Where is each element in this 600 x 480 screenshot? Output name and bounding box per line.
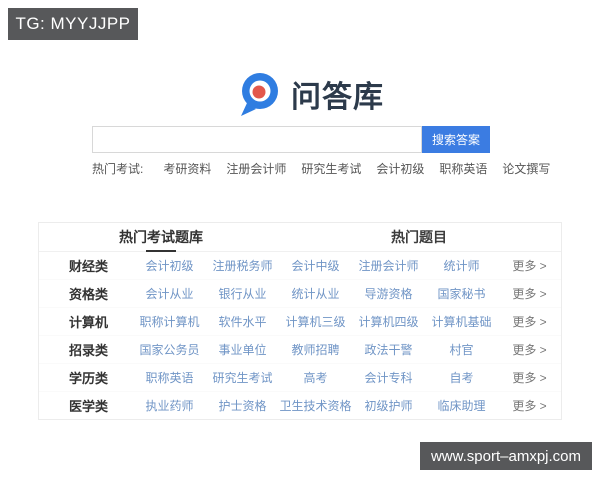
- exam-link[interactable]: 会计初级: [133, 257, 206, 274]
- exam-link[interactable]: 职称英语: [133, 369, 206, 386]
- telegram-watermark-badge: TG: MYYJJPP: [8, 8, 138, 40]
- category-label: 计算机: [69, 315, 109, 330]
- exam-link[interactable]: 教师招聘: [279, 341, 352, 358]
- tab-hot-questions[interactable]: 热门题目: [391, 223, 447, 251]
- category-label: 财经类: [69, 259, 109, 274]
- exam-link[interactable]: 会计专科: [352, 369, 425, 386]
- hot-exam-link[interactable]: 论文撰写: [502, 160, 550, 177]
- exam-link[interactable]: 执业药师: [133, 397, 206, 414]
- exam-link[interactable]: 事业单位: [206, 341, 279, 358]
- hot-exams-bar: 热门考试: 考研资料 注册会计师 研究生考试 会计初级 职称英语 论文撰写: [92, 160, 565, 176]
- more-link[interactable]: 更多 >: [498, 313, 561, 330]
- exam-link[interactable]: 计算机基础: [425, 313, 498, 330]
- category-label: 学历类: [69, 371, 109, 386]
- more-link[interactable]: 更多 >: [498, 341, 561, 358]
- exam-link[interactable]: 村官: [425, 341, 498, 358]
- hot-exams-label: 热门考试:: [92, 161, 144, 176]
- exam-link[interactable]: 导游资格: [352, 285, 425, 302]
- exam-board-header: 热门考试题库 热门题目: [39, 223, 561, 252]
- exam-table-row: 计算机 职称计算机 软件水平 计算机三级 计算机四级 计算机基础 更多 >: [39, 307, 561, 335]
- exam-link[interactable]: 计算机四级: [352, 313, 425, 330]
- more-link[interactable]: 更多 >: [498, 397, 561, 414]
- exam-link[interactable]: 职称计算机: [133, 313, 206, 330]
- exam-link[interactable]: 统计从业: [279, 285, 352, 302]
- hot-exam-link[interactable]: 注册会计师: [226, 160, 286, 177]
- logo-text: 问答库: [291, 81, 384, 114]
- exam-board: 热门考试题库 热门题目 财经类 会计初级 注册税务师 会计中级 注册会计师 统计…: [38, 222, 562, 420]
- logo-speech-bubble-icon: [241, 73, 278, 116]
- exam-link[interactable]: 计算机三级: [279, 313, 352, 330]
- hot-exam-link[interactable]: 职称英语: [439, 160, 487, 177]
- exam-link[interactable]: 国家公务员: [133, 341, 206, 358]
- exam-table-row: 学历类 职称英语 研究生考试 高考 会计专科 自考 更多 >: [39, 363, 561, 391]
- exam-link[interactable]: 软件水平: [206, 313, 279, 330]
- hot-exam-link[interactable]: 考研资料: [163, 160, 211, 177]
- exam-table-row: 招录类 国家公务员 事业单位 教师招聘 政法干警 村官 更多 >: [39, 335, 561, 363]
- hot-exam-link[interactable]: 研究生考试: [301, 160, 361, 177]
- site-logo[interactable]: 问答库: [237, 70, 384, 118]
- tab-hot-exam-bank[interactable]: 热门考试题库: [119, 223, 203, 251]
- exam-link[interactable]: 银行从业: [206, 285, 279, 302]
- category-label: 招录类: [69, 343, 109, 358]
- exam-link[interactable]: 政法干警: [352, 341, 425, 358]
- exam-link[interactable]: 初级护师: [352, 397, 425, 414]
- exam-link[interactable]: 高考: [279, 369, 352, 386]
- exam-table-body: 财经类 会计初级 注册税务师 会计中级 注册会计师 统计师 更多 > 资格类 会…: [39, 252, 561, 419]
- exam-link[interactable]: 统计师: [425, 257, 498, 274]
- exam-link[interactable]: 卫生技术资格: [279, 397, 352, 414]
- category-label: 医学类: [69, 399, 109, 414]
- more-link[interactable]: 更多 >: [498, 257, 561, 274]
- hot-exam-link[interactable]: 会计初级: [376, 160, 424, 177]
- exam-table-row: 医学类 执业药师 护士资格 卫生技术资格 初级护师 临床助理 更多 >: [39, 391, 561, 419]
- exam-link[interactable]: 会计中级: [279, 257, 352, 274]
- search-answers-button[interactable]: 搜索答案: [422, 126, 490, 153]
- exam-link[interactable]: 注册会计师: [352, 257, 425, 274]
- site-url-watermark-badge: www.sport–amxpj.com: [419, 442, 592, 470]
- exam-table-row: 资格类 会计从业 银行从业 统计从业 导游资格 国家秘书 更多 >: [39, 279, 561, 307]
- category-label: 资格类: [69, 287, 109, 302]
- exam-link[interactable]: 研究生考试: [206, 369, 279, 386]
- more-link[interactable]: 更多 >: [498, 369, 561, 386]
- exam-link[interactable]: 临床助理: [425, 397, 498, 414]
- search-input[interactable]: [92, 126, 422, 153]
- exam-link[interactable]: 自考: [425, 369, 498, 386]
- exam-link[interactable]: 注册税务师: [206, 257, 279, 274]
- exam-link[interactable]: 会计从业: [133, 285, 206, 302]
- more-link[interactable]: 更多 >: [498, 285, 561, 302]
- exam-table-row: 财经类 会计初级 注册税务师 会计中级 注册会计师 统计师 更多 >: [39, 252, 561, 279]
- exam-link[interactable]: 护士资格: [206, 397, 279, 414]
- exam-link[interactable]: 国家秘书: [425, 285, 498, 302]
